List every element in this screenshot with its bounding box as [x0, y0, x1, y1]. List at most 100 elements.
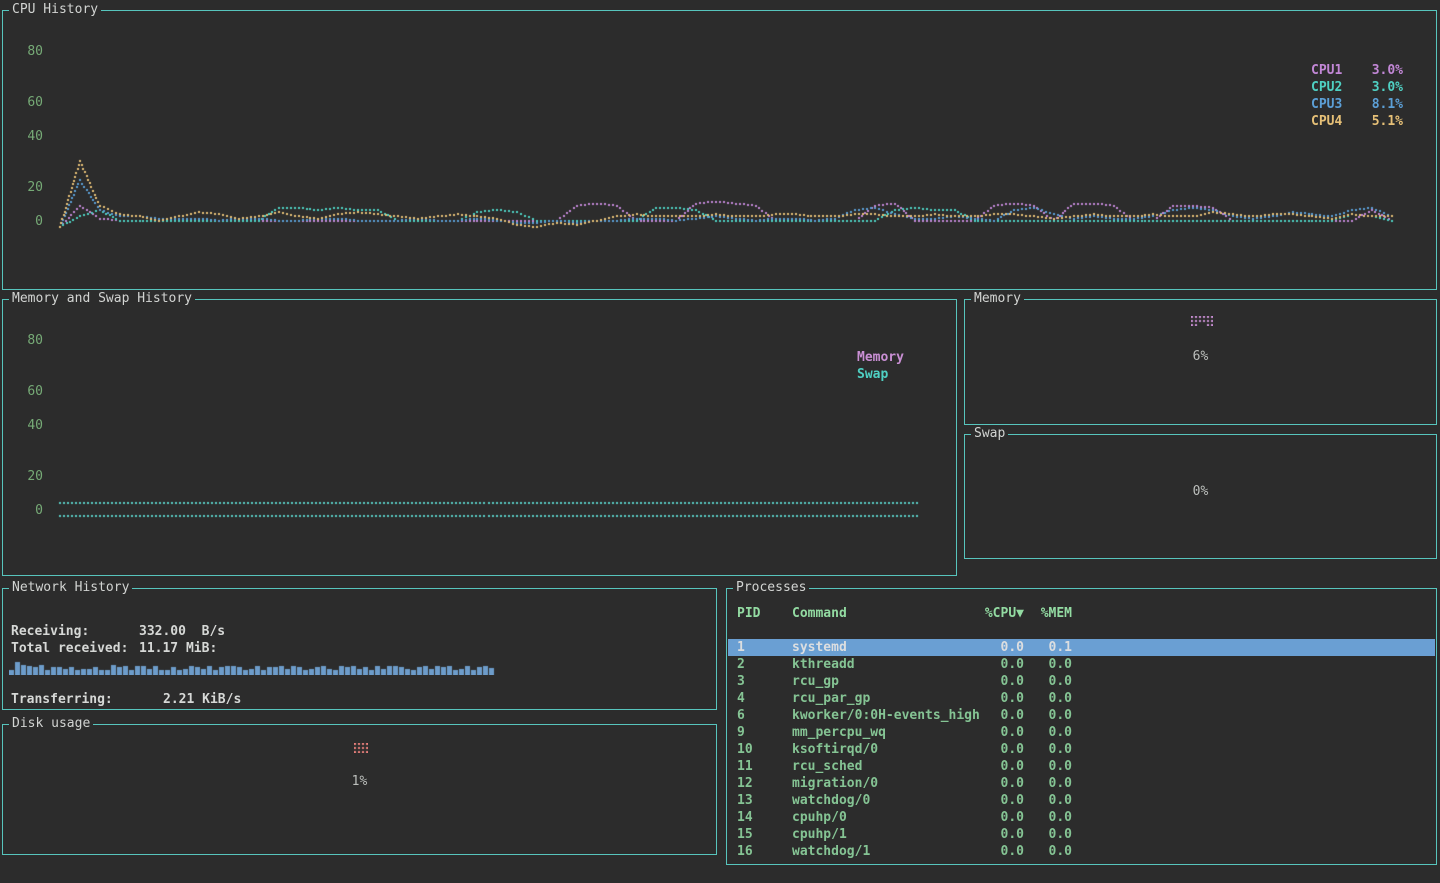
- process-row[interactable]: 6kworker/0:0H-events_high0.00.0: [728, 707, 1435, 724]
- process-command: kthreadd: [792, 656, 974, 673]
- process-row[interactable]: 4rcu_par_gp0.00.0: [728, 690, 1435, 707]
- network-received-sparkline: [9, 651, 501, 675]
- memory-swap-legend-item: Memory: [857, 349, 904, 366]
- process-cpu-percent: 0.0: [974, 724, 1024, 741]
- memory-swap-history-chart: [47, 330, 947, 530]
- y-axis-tick-label: 20: [13, 180, 43, 196]
- process-pid: 9: [737, 724, 792, 741]
- cpu-history-panel: CPU History 806040200 CPU13.0%CPU23.0%CP…: [2, 10, 1437, 290]
- memory-usage-percent: 6%: [965, 349, 1436, 364]
- process-cpu-percent: 0.0: [974, 775, 1024, 792]
- memory-gauge-title: Memory: [971, 291, 1024, 306]
- process-table-header: PID Command %CPU▼ %MEM: [728, 605, 1435, 622]
- processes-title: Processes: [733, 580, 809, 595]
- cpu-legend-value: 3.0%: [1372, 79, 1403, 96]
- cpu-legend-name: CPU3: [1311, 96, 1342, 113]
- cpu-legend-name: CPU4: [1311, 113, 1342, 130]
- receiving-value: 332.00 B/s: [139, 623, 225, 640]
- swap-gauge-title: Swap: [971, 426, 1008, 441]
- cpu-history-chart: [47, 41, 1432, 236]
- cpu-legend-item: CPU3 8.1%: [1311, 96, 1403, 113]
- cpu-history-title: CPU History: [9, 2, 101, 17]
- terminal-system-monitor: { "colors": { "background": "#2c2c2c", "…: [0, 0, 1440, 883]
- y-axis-tick-label: 80: [13, 333, 43, 349]
- process-command: cpuhp/1: [792, 826, 974, 843]
- transferring-label: Transferring:: [11, 691, 163, 708]
- cpu-legend-item: CPU45.1%: [1311, 113, 1403, 130]
- process-mem-percent: 0.0: [1024, 724, 1072, 741]
- swap-gauge-panel: Swap 0%: [964, 434, 1437, 559]
- process-pid: 15: [737, 826, 792, 843]
- memory-gauge-dots: [1191, 316, 1213, 326]
- process-command: rcu_sched: [792, 758, 974, 775]
- process-mem-percent: 0.0: [1024, 775, 1072, 792]
- process-row[interactable]: 13watchdog/00.00.0: [728, 792, 1435, 809]
- process-row[interactable]: 1systemd0.00.1: [728, 639, 1435, 656]
- column-header-pid[interactable]: PID: [737, 605, 792, 622]
- network-history-title: Network History: [9, 580, 132, 595]
- memory-swap-history-panel: Memory and Swap History 806040200 Memory…: [2, 299, 957, 576]
- process-pid: 12: [737, 775, 792, 792]
- process-cpu-percent: 0.0: [974, 673, 1024, 690]
- process-pid: 6: [737, 707, 792, 724]
- cpu-legend-value: 3.0%: [1372, 62, 1403, 79]
- process-pid: 13: [737, 792, 792, 809]
- process-row[interactable]: 9mm_percpu_wq0.00.0: [728, 724, 1435, 741]
- cpu-legend-value: 8.1%: [1372, 96, 1403, 113]
- process-cpu-percent: 0.0: [974, 758, 1024, 775]
- process-row[interactable]: 3rcu_gp0.00.0: [728, 673, 1435, 690]
- process-cpu-percent: 0.0: [974, 707, 1024, 724]
- cpu-legend-item: CPU1 3.0%: [1311, 62, 1403, 79]
- process-pid: 1: [737, 639, 792, 656]
- process-cpu-percent: 0.0: [974, 792, 1024, 809]
- process-command: ksoftirqd/0: [792, 741, 974, 758]
- process-mem-percent: 0.0: [1024, 673, 1072, 690]
- disk-usage-title: Disk usage: [9, 716, 93, 731]
- process-command: cpuhp/0: [792, 809, 974, 826]
- process-table-body: 1systemd0.00.12kthreadd0.00.03rcu_gp0.00…: [728, 639, 1435, 860]
- process-cpu-percent: 0.0: [974, 690, 1024, 707]
- process-pid: 3: [737, 673, 792, 690]
- process-pid: 11: [737, 758, 792, 775]
- process-command: systemd: [792, 639, 974, 656]
- column-header-mem[interactable]: %MEM: [1024, 605, 1072, 622]
- column-header-command[interactable]: Command: [792, 605, 974, 622]
- process-mem-percent: 0.0: [1024, 690, 1072, 707]
- process-row[interactable]: 12migration/00.00.0: [728, 775, 1435, 792]
- process-row[interactable]: 16watchdog/10.00.0: [728, 843, 1435, 860]
- y-axis-tick-label: 80: [13, 44, 43, 60]
- disk-usage-panel: Disk usage 1%: [2, 724, 717, 855]
- y-axis-tick-label: 60: [13, 95, 43, 111]
- process-pid: 4: [737, 690, 792, 707]
- swap-usage-percent: 0%: [965, 484, 1436, 499]
- process-command: mm_percpu_wq: [792, 724, 974, 741]
- process-command: kworker/0:0H-events_high: [792, 707, 974, 724]
- disk-gauge-dots: [354, 743, 368, 753]
- process-command: migration/0: [792, 775, 974, 792]
- y-axis-tick-label: 40: [13, 418, 43, 434]
- process-mem-percent: 0.0: [1024, 792, 1072, 809]
- process-mem-percent: 0.0: [1024, 656, 1072, 673]
- process-cpu-percent: 0.0: [974, 843, 1024, 860]
- process-row[interactable]: 15cpuhp/10.00.0: [728, 826, 1435, 843]
- column-header-cpu-sorted[interactable]: %CPU▼: [974, 605, 1024, 622]
- cpu-legend-item: CPU23.0%: [1311, 79, 1403, 96]
- y-axis-tick-label: 60: [13, 384, 43, 400]
- process-mem-percent: 0.0: [1024, 843, 1072, 860]
- process-mem-percent: 0.0: [1024, 758, 1072, 775]
- process-row[interactable]: 2kthreadd0.00.0: [728, 656, 1435, 673]
- memory-swap-legend: MemorySwap: [857, 349, 904, 383]
- process-pid: 10: [737, 741, 792, 758]
- process-row[interactable]: 10ksoftirqd/00.00.0: [728, 741, 1435, 758]
- memory-swap-history-title: Memory and Swap History: [9, 291, 195, 306]
- process-cpu-percent: 0.0: [974, 826, 1024, 843]
- processes-panel: Processes PID Command %CPU▼ %MEM 1system…: [726, 588, 1437, 865]
- cpu-legend-name: CPU1: [1311, 62, 1342, 79]
- process-row[interactable]: 11rcu_sched0.00.0: [728, 758, 1435, 775]
- y-axis-tick-label: 40: [13, 129, 43, 145]
- process-cpu-percent: 0.0: [974, 639, 1024, 656]
- process-row[interactable]: 14cpuhp/00.00.0: [728, 809, 1435, 826]
- process-cpu-percent: 0.0: [974, 656, 1024, 673]
- receiving-label: Receiving:: [11, 623, 139, 640]
- process-mem-percent: 0.1: [1024, 639, 1072, 656]
